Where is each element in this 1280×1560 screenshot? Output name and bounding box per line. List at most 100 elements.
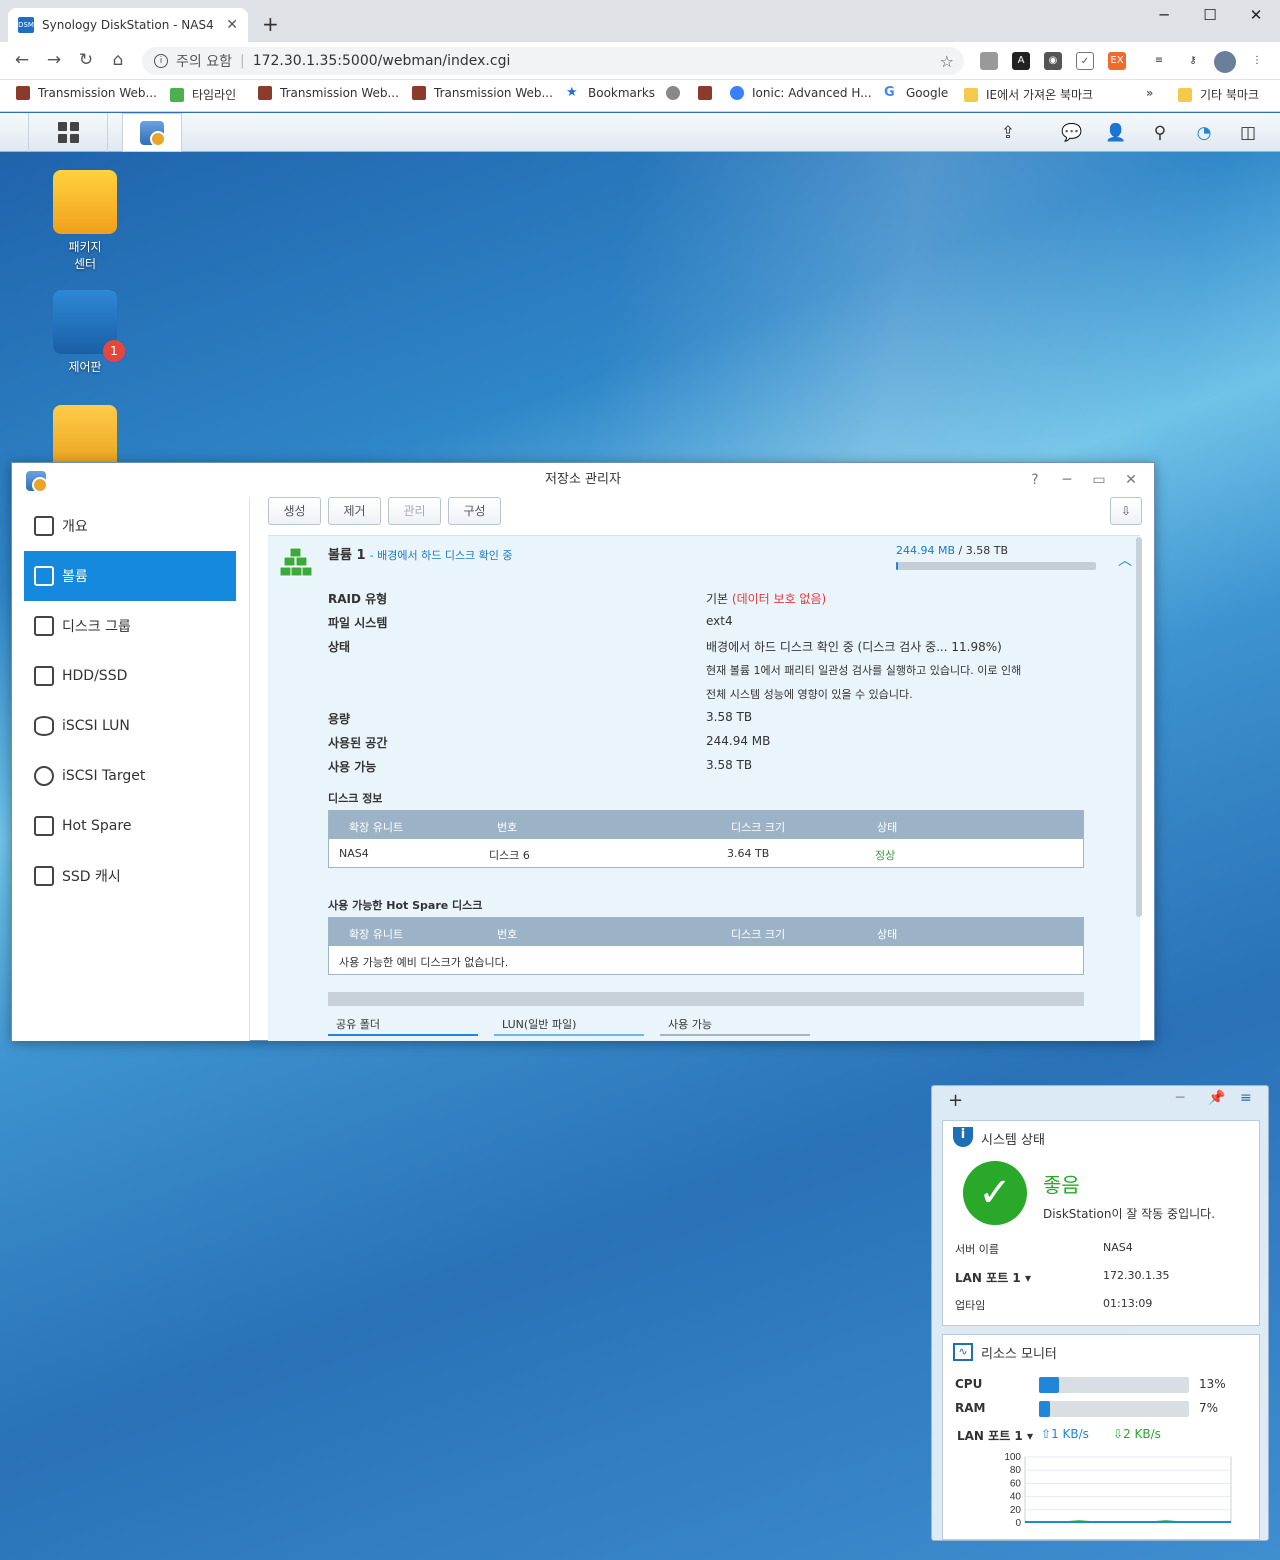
- sidebar-item-disk-group[interactable]: 디스크 그룹: [24, 601, 236, 651]
- y-tick-label: 100: [1004, 1453, 1021, 1463]
- check-circle-icon: ✓: [963, 1161, 1027, 1225]
- key-icon[interactable]: ⚷: [1184, 52, 1202, 70]
- capacity-value: 3.58 TB: [706, 710, 753, 724]
- configure-button[interactable]: 구성: [448, 497, 501, 525]
- volume-status-suffix: - 배경에서 하드 디스크 확인 중: [369, 549, 513, 562]
- storage-manager-icon: [26, 471, 48, 493]
- volume-cubes-icon: [279, 546, 313, 578]
- reload-icon[interactable]: ↻: [74, 50, 98, 70]
- hotspare-table: 확장 유니트 번호 디스크 크기 상태 사용 가능한 예비 디스크가 없습니다.: [328, 917, 1084, 975]
- status-warning-line1: 현재 볼륨 1에서 패리티 일관성 검사를 실행하고 있습니다. 이로 인해: [706, 664, 1022, 677]
- bookmark-folder[interactable]: IE에서 가져온 북마크: [964, 86, 1093, 103]
- minimize-icon[interactable]: ─: [1144, 6, 1184, 24]
- playlist-icon[interactable]: ≡: [1150, 52, 1168, 70]
- dashboard-gauge-icon[interactable]: ◔: [1192, 121, 1216, 145]
- extension-a-icon[interactable]: A: [1012, 52, 1030, 70]
- url-text[interactable]: 172.30.1.35:5000/webman/index.cgi: [253, 53, 511, 69]
- pin-icon[interactable]: 📌: [1208, 1090, 1225, 1106]
- lan-port-selector[interactable]: LAN 포트 1 ▾: [955, 1269, 1031, 1286]
- volume-usage-text: 244.94 MB / 3.58 TB: [896, 544, 1008, 557]
- help-icon[interactable]: ?: [1020, 463, 1050, 497]
- bookmark-item[interactable]: Transmission Web...: [16, 86, 157, 100]
- browser-tab[interactable]: DSM Synology DiskStation - NAS4 ✕: [8, 8, 248, 42]
- add-widget-icon[interactable]: +: [948, 1090, 963, 1111]
- transmission-icon: [258, 86, 272, 100]
- maximize-icon[interactable]: ☐: [1190, 6, 1230, 24]
- ex-extension-icon[interactable]: EX: [1108, 52, 1126, 70]
- info-icon[interactable]: i: [154, 54, 168, 68]
- cpu-bar: [1039, 1377, 1189, 1393]
- sidebar: 개요 볼륨 디스크 그룹 HDD/SSD iSCSI LUN iSCSI Tar…: [12, 497, 250, 1041]
- bookmark-item[interactable]: ★ Bookmarks: [566, 86, 655, 101]
- bookmark-item[interactable]: Ionic: Advanced H...: [730, 86, 872, 100]
- scrollbar[interactable]: [1136, 537, 1142, 917]
- pocket-icon[interactable]: ✓: [1076, 52, 1094, 70]
- bookmark-item[interactable]: [698, 86, 720, 100]
- bookmark-item[interactable]: [666, 86, 688, 100]
- search-icon[interactable]: ⚲: [1148, 121, 1172, 145]
- upload-arrow-icon: ⇧: [1041, 1427, 1052, 1441]
- widget-panel: + ─ 📌 ≡ i 시스템 상태 ✓ 좋음 DiskStation이 잘 작동 …: [931, 1085, 1269, 1541]
- new-tab-icon[interactable]: +: [262, 12, 279, 36]
- window-maximize-icon[interactable]: ▭: [1084, 463, 1114, 497]
- widget-minimize-icon[interactable]: ─: [1176, 1090, 1184, 1106]
- legend-shared-folder: 공유 폴더: [328, 1014, 478, 1036]
- widget-settings-icon[interactable]: ≡: [1240, 1090, 1252, 1106]
- location-icon[interactable]: ◉: [1044, 52, 1062, 70]
- close-window-icon[interactable]: ✕: [1236, 6, 1276, 24]
- widgets-layout-icon[interactable]: ◫: [1236, 121, 1260, 145]
- sidebar-item-overview[interactable]: 개요: [24, 501, 236, 551]
- sidebar-item-hot-spare[interactable]: Hot Spare: [24, 801, 236, 851]
- other-bookmarks-folder[interactable]: 기타 북마크: [1178, 86, 1259, 103]
- bookmark-item[interactable]: Transmission Web...: [412, 86, 553, 100]
- back-icon[interactable]: ←: [10, 50, 34, 70]
- control-panel-icon: 1: [53, 290, 125, 362]
- dsm-taskbar: ⇪ 💬 👤 ⚲ ◔ ◫: [0, 113, 1280, 152]
- upload-queue-icon[interactable]: ⇪: [996, 121, 1020, 145]
- sort-icon[interactable]: ⇩: [1110, 497, 1142, 525]
- resource-monitor-widget: ∿ 리소스 모니터 CPU 13% RAM 7% LAN 포트 1 ▾ ⇧1 K…: [942, 1334, 1260, 1540]
- cast-icon[interactable]: [980, 52, 998, 70]
- desktop-icon-control-panel[interactable]: 1 제어판: [35, 290, 135, 375]
- sidebar-item-iscsi-lun[interactable]: iSCSI LUN: [24, 701, 236, 751]
- bookmark-star-icon[interactable]: ☆: [940, 52, 954, 71]
- sidebar-item-ssd-cache[interactable]: SSD 캐시: [24, 851, 236, 901]
- circle-icon: [666, 86, 680, 100]
- user-icon[interactable]: 👤: [1104, 121, 1128, 145]
- bookmark-item[interactable]: Transmission Web...: [258, 86, 399, 100]
- sidebar-item-hdd-ssd[interactable]: HDD/SSD: [24, 651, 236, 701]
- taskbar-storage-manager[interactable]: [122, 113, 182, 152]
- remove-button[interactable]: 제거: [328, 497, 381, 525]
- home-icon[interactable]: ⌂: [106, 50, 130, 70]
- chat-icon[interactable]: 💬: [1060, 121, 1084, 145]
- transmission-icon: [16, 86, 30, 100]
- folder-icon: [1178, 87, 1192, 102]
- legend-lun: LUN(일반 파일): [494, 1014, 644, 1036]
- sidebar-item-volume[interactable]: 볼륨: [24, 551, 236, 601]
- apps-grid-icon: [57, 122, 79, 143]
- tab-close-icon[interactable]: ✕: [226, 17, 238, 33]
- profile-avatar[interactable]: [1214, 51, 1236, 73]
- window-titlebar[interactable]: 저장소 관리자 ? ─ ▭ ✕: [12, 463, 1154, 497]
- upload-rate: ⇧1 KB/s: [1041, 1427, 1089, 1441]
- desktop-icon-package-center[interactable]: 패키지 센터: [35, 170, 135, 272]
- collapse-chevron-icon[interactable]: ︿: [1118, 550, 1132, 570]
- table-row[interactable]: NAS4 디스크 6 3.64 TB 정상: [329, 839, 1083, 867]
- more-bookmarks-icon[interactable]: »: [1146, 86, 1153, 100]
- sidebar-item-iscsi-target[interactable]: iSCSI Target: [24, 751, 236, 801]
- status-value: 배경에서 하드 디스크 확인 중 (디스크 검사 중... 11.98%): [706, 640, 1002, 654]
- net-port-selector[interactable]: LAN 포트 1 ▾: [957, 1427, 1033, 1444]
- url-bar[interactable]: i 주의 요함 | 172.30.1.35:5000/webman/index.…: [142, 47, 964, 75]
- resource-monitor-title: 리소스 모니터: [981, 1347, 1057, 1362]
- menu-icon[interactable]: ⋮: [1248, 52, 1266, 70]
- bookmark-item[interactable]: 타임라인: [170, 86, 236, 103]
- manage-button[interactable]: 관리: [388, 497, 441, 525]
- main-menu-button[interactable]: [28, 113, 108, 152]
- window-minimize-icon[interactable]: ─: [1052, 463, 1082, 497]
- transmission-icon: [412, 86, 426, 100]
- bookmark-item[interactable]: G Google: [884, 86, 948, 101]
- create-button[interactable]: 생성: [268, 497, 321, 525]
- system-status-message: DiskStation이 잘 작동 중입니다.: [1043, 1207, 1216, 1221]
- forward-icon[interactable]: →: [42, 50, 66, 70]
- window-close-icon[interactable]: ✕: [1116, 463, 1146, 497]
